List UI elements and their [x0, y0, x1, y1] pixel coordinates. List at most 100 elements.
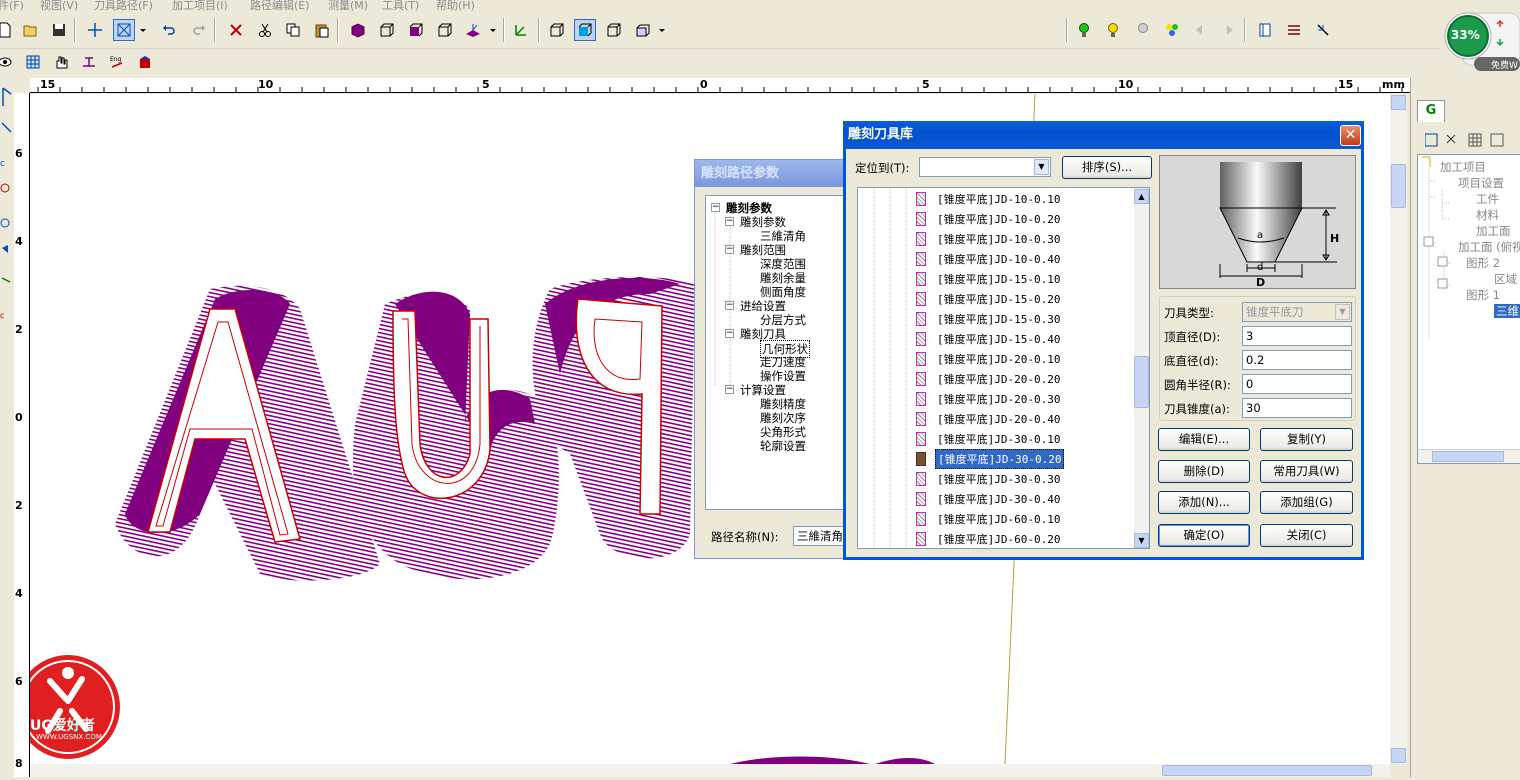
tool-list-scrollbar[interactable]: ▲ ▼ — [1134, 188, 1149, 548]
english-text-icon[interactable]: Eng — [106, 51, 128, 73]
tool-list-item[interactable]: [锥度平底]JD-60-0.20 — [916, 529, 1062, 548]
undo-icon[interactable] — [158, 19, 180, 41]
axis-view-icon[interactable] — [462, 19, 484, 41]
tree-item-region[interactable]: 区域 — [1474, 271, 1517, 287]
close-button[interactable]: 关闭(C) — [1260, 524, 1353, 547]
tool-list-item[interactable]: [锥度平底]JD-15-0.30 — [916, 309, 1062, 328]
tool-list-item[interactable]: [锥度平底]JD-20-0.10 — [916, 349, 1062, 368]
tree-item-machining-face[interactable]: 加工面 — [1456, 223, 1511, 239]
lights-group-icon[interactable] — [1161, 19, 1183, 41]
tool-list-item[interactable]: [锥度平底]JD-30-0.20 — [916, 448, 1065, 469]
dropdown-arrow-icon[interactable] — [487, 19, 499, 41]
network-speed-widget[interactable]: 33% 免费W — [1442, 11, 1520, 75]
tree-expand-toggle[interactable]: − — [725, 385, 734, 394]
light-yellow-icon[interactable] — [1102, 19, 1124, 41]
tree-item-project[interactable]: 加工项目 — [1424, 159, 1486, 175]
open-folder-icon[interactable] — [20, 19, 42, 41]
tool-list[interactable]: [锥度平底]JD-10-0.10 [锥度平底]JD-10-0.20 [锥度平底]JD… — [857, 187, 1150, 549]
tool-list-item[interactable]: [锥度平底]JD-15-0.20 — [916, 289, 1062, 308]
panel-tab-g[interactable]: G — [1417, 100, 1445, 122]
light-off-icon[interactable] — [1132, 19, 1154, 41]
tree-item-project-settings[interactable]: 项目设置 — [1438, 175, 1504, 191]
view-cube-icon[interactable] — [546, 19, 568, 41]
text-tool-icon[interactable] — [78, 51, 100, 73]
edit-button[interactable]: 编辑(E)... — [1158, 428, 1250, 451]
solid-cube-icon[interactable] — [347, 19, 369, 41]
corner-radius-input[interactable]: 0 — [1242, 374, 1352, 394]
dropdown-arrow-icon[interactable] — [137, 19, 149, 41]
common-tools-button[interactable]: 常用刀具(W) — [1260, 460, 1353, 483]
crosshair-icon[interactable] — [84, 19, 106, 41]
list-icon[interactable] — [1283, 19, 1305, 41]
path-params-tree[interactable]: − 雕刻参数 − 雕刻参数 三維清角 − 雕刻范围 深度范围 雕刻余量 侧面角度 − 进给设置 分层方式… — [705, 195, 855, 510]
menu-tools[interactable]: 工具(T) — [382, 0, 419, 12]
shaded-view-icon[interactable] — [574, 19, 596, 41]
tool-list-item[interactable]: [锥度平底]JD-30-0.10 — [916, 429, 1062, 448]
tool-list-item[interactable]: [锥度平底]JD-30-0.30 — [916, 469, 1062, 488]
tree-expand-toggle[interactable]: − — [725, 329, 734, 338]
ok-button[interactable]: 确定(O) — [1158, 524, 1250, 547]
new-file-icon[interactable] — [0, 19, 16, 41]
book-icon[interactable] — [1254, 19, 1276, 41]
redo-icon[interactable] — [188, 19, 210, 41]
cube-front-icon[interactable] — [405, 19, 427, 41]
tool-list-item[interactable]: [锥度平底]JD-10-0.30 — [916, 229, 1062, 248]
sort-button[interactable]: 排序(S)... — [1062, 156, 1152, 179]
delete-icon[interactable] — [225, 19, 247, 41]
dropdown-arrow-icon[interactable] — [656, 19, 668, 41]
light-green-icon[interactable] — [1073, 19, 1095, 41]
tool-list-item[interactable]: [锥度平底]JD-10-0.10 — [916, 189, 1062, 208]
tree-item-machining-face-top[interactable]: 加工面 (俯视 — [1438, 239, 1520, 255]
cut-icon[interactable] — [254, 19, 276, 41]
cube-side-icon[interactable] — [434, 19, 456, 41]
menu-view[interactable]: 视图(V) — [40, 0, 78, 12]
top-diameter-input[interactable]: 3 — [1242, 326, 1352, 346]
add-button[interactable]: 添加(N)... — [1158, 491, 1250, 514]
menu-measure[interactable]: 测量(M) — [328, 0, 368, 12]
tool-list-item[interactable]: [锥度平底]JD-15-0.40 — [916, 329, 1062, 348]
tree-horizontal-scrollbar[interactable] — [1418, 449, 1520, 463]
bottom-diameter-input[interactable]: 0.2 — [1242, 350, 1352, 370]
tree-item-shape-1[interactable]: 图形 1 — [1448, 287, 1500, 303]
tool-list-item[interactable]: [锥度平底]JD-20-0.20 — [916, 369, 1062, 388]
tree-expand-toggle[interactable]: − — [711, 203, 720, 212]
arrow-right-icon[interactable] — [1218, 19, 1240, 41]
chevron-down-icon[interactable]: ▼ — [1335, 304, 1350, 320]
tree-expand-toggle[interactable]: − — [725, 217, 734, 226]
tool-list-item[interactable]: [锥度平底]JD-30-0.40 — [916, 489, 1062, 508]
save-icon[interactable] — [48, 19, 70, 41]
tool-list-item[interactable]: [锥度平底]JD-10-0.40 — [916, 249, 1062, 268]
menu-toolpath[interactable]: 刀具路径(F) — [94, 0, 153, 12]
select-box-icon[interactable] — [113, 19, 135, 41]
tree-item-material[interactable]: 材料 — [1456, 207, 1499, 223]
grid-tool-icon[interactable] — [22, 51, 44, 73]
chevron-down-icon[interactable]: ▼ — [1034, 159, 1049, 175]
tree-item-workpiece[interactable]: 工件 — [1456, 191, 1499, 207]
tool-list-item[interactable]: [锥度平底]JD-60-0.10 — [916, 509, 1062, 528]
taper-input[interactable]: 30 — [1242, 398, 1352, 418]
copy-icon[interactable] — [282, 19, 304, 41]
wire-cube-icon[interactable] — [376, 19, 398, 41]
tool-list-item[interactable]: [锥度平底]JD-15-0.10 — [916, 269, 1062, 288]
arrow-left-icon[interactable] — [1189, 19, 1211, 41]
menu-project[interactable]: 加工项目(I) — [172, 0, 228, 12]
menu-help[interactable]: 帮助(H) — [436, 0, 475, 12]
path-tree-item[interactable]: 轮廓设置 — [760, 438, 806, 454]
paste-icon[interactable] — [311, 19, 333, 41]
add-group-button[interactable]: 添加组(G) — [1260, 491, 1353, 514]
wizard-icon[interactable] — [1312, 19, 1334, 41]
delete-button[interactable]: 删除(D) — [1158, 460, 1250, 483]
tree-expand-toggle[interactable]: − — [725, 245, 734, 254]
coordinate-axis-icon[interactable] — [510, 19, 532, 41]
canvas-vertical-scrollbar[interactable] — [1390, 94, 1407, 764]
copy-button[interactable]: 复制(Y) — [1260, 428, 1353, 451]
menu-file[interactable]: 件(F) — [0, 0, 24, 12]
tree-item-3d[interactable]: 三维 — [1474, 303, 1520, 319]
tool-list-item[interactable]: [锥度平底]JD-20-0.40 — [916, 409, 1062, 428]
tree-item-shape-2[interactable]: 图形 2 — [1448, 255, 1500, 271]
tree-expand-toggle[interactable]: − — [725, 301, 734, 310]
locate-combobox[interactable] — [919, 157, 1051, 177]
wire-view-icon[interactable] — [603, 19, 625, 41]
menu-path-edit[interactable]: 路径编辑(E) — [250, 0, 310, 12]
project-tree[interactable]: 加工项目 项目设置 工件 材料 加工面 加工面 (俯视 图形 2 区域 图形 1… — [1417, 154, 1520, 464]
